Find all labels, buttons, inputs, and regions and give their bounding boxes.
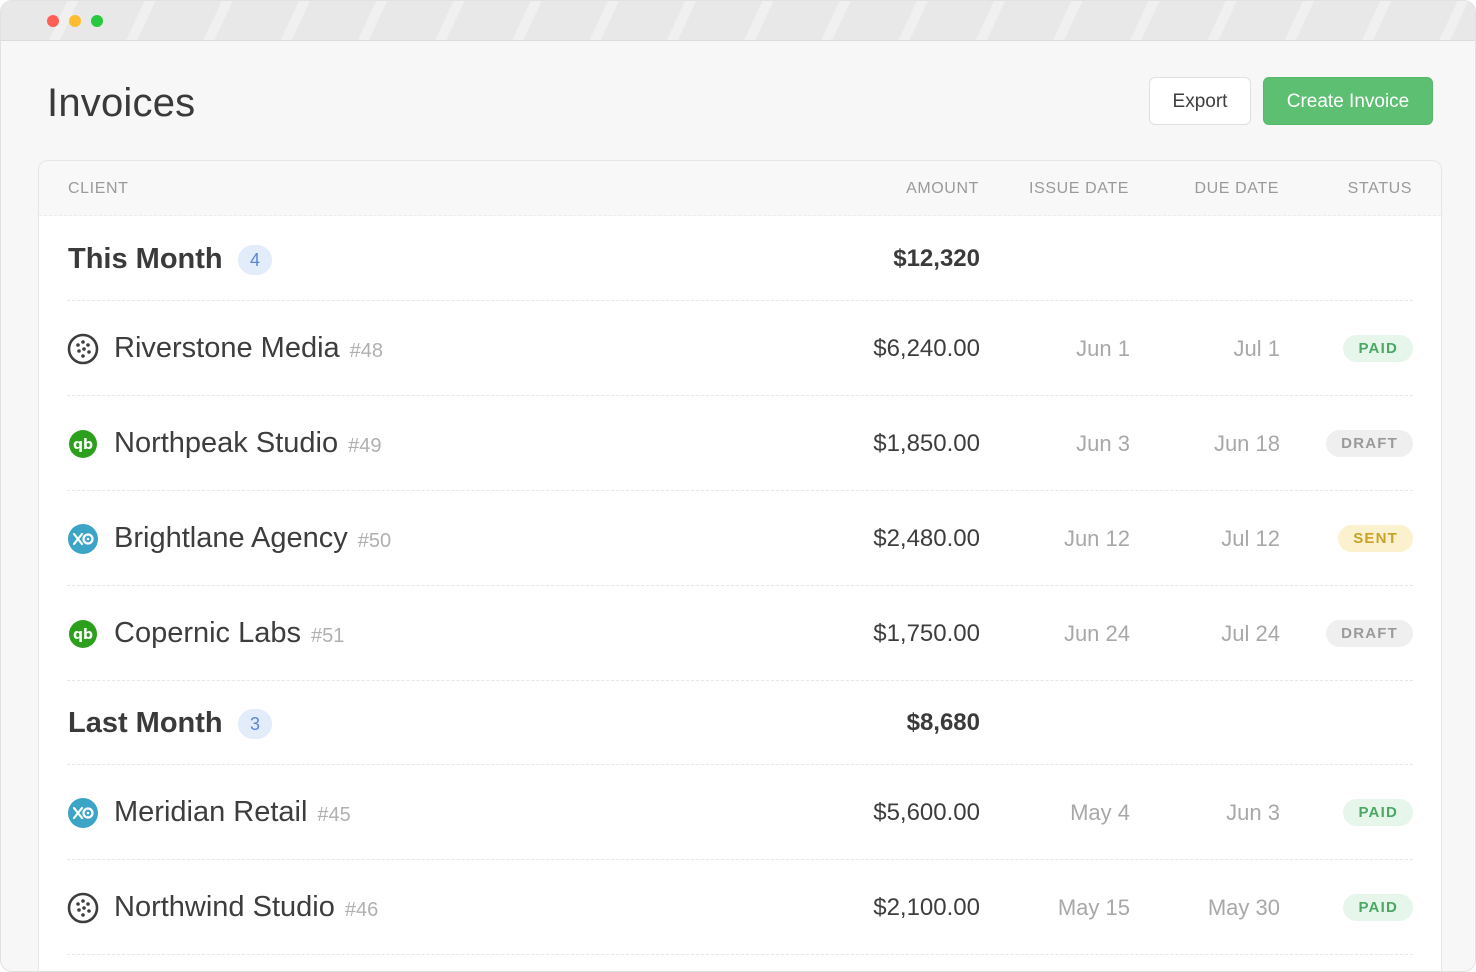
xero-icon bbox=[67, 523, 99, 555]
issue-date: Jun 1 bbox=[1076, 336, 1130, 361]
status-badge: PAID bbox=[1343, 799, 1413, 826]
minimize-window-button[interactable] bbox=[69, 15, 81, 27]
issue-date: Jun 12 bbox=[1063, 526, 1130, 551]
issue-date: Jun 3 bbox=[1076, 431, 1130, 456]
client-name[interactable]: Northwind Studio #46 bbox=[114, 860, 378, 955]
table-row[interactable]: qb Northpeak Studio #49 $1,850.00 Jun 3 Jun 1… bbox=[67, 396, 1413, 491]
group-title: Last Month bbox=[68, 707, 223, 739]
invoice-amount: $5,600.00 bbox=[873, 799, 980, 826]
invoice-number: #46 bbox=[344, 899, 379, 921]
client-name-text: Copernic Labs bbox=[114, 617, 301, 649]
table-row[interactable]: Brightlane Agency #50 $2,480.00 Jun 12 Jul 1… bbox=[67, 491, 1413, 586]
client-name[interactable]: Copernic Labs #51 bbox=[114, 586, 344, 681]
quickbooks-icon: qb bbox=[67, 428, 99, 460]
issue-date: May 15 bbox=[1057, 895, 1130, 920]
wave-icon bbox=[67, 892, 99, 924]
due-date: Jul 12 bbox=[1221, 526, 1280, 551]
status-badge: SENT bbox=[1338, 525, 1413, 552]
client-name-text: Northpeak Studio bbox=[114, 427, 339, 459]
close-window-button[interactable] bbox=[47, 15, 59, 27]
due-date: Jun 3 bbox=[1226, 800, 1280, 825]
due-date: Jul 1 bbox=[1233, 336, 1280, 361]
invoice-number: #45 bbox=[317, 804, 351, 826]
column-header-issue-date[interactable]: ISSUE DATE bbox=[1029, 161, 1129, 216]
table-row[interactable]: Riverstone Media #48 $6,240.00 Jun 1 Jul 1 PA… bbox=[67, 301, 1413, 396]
client-name-text: Meridian Retail bbox=[114, 796, 308, 828]
quickbooks-icon: qb bbox=[67, 618, 99, 650]
table-row[interactable]: Northwind Studio #46 $2,100.00 May 15 May 30… bbox=[67, 860, 1413, 955]
title-bar bbox=[1, 1, 1475, 41]
invoices-table: CLIENT AMOUNT ISSUE DATE DUE DATE STATUS… bbox=[38, 160, 1442, 971]
column-header-amount[interactable]: AMOUNT bbox=[906, 161, 979, 216]
status-badge: DRAFT bbox=[1326, 620, 1413, 647]
group-row[interactable]: Last Month 3 $8,680 bbox=[67, 681, 1413, 765]
invoice-number: #51 bbox=[311, 625, 345, 647]
issue-date: May 4 bbox=[1070, 800, 1130, 825]
column-header-status[interactable]: STATUS bbox=[1348, 161, 1412, 216]
invoice-amount: $1,750.00 bbox=[873, 620, 980, 647]
column-header-due-date[interactable]: DUE DATE bbox=[1194, 161, 1279, 216]
group-title: This Month bbox=[68, 243, 223, 275]
client-name[interactable]: Northpeak Studio #49 bbox=[114, 396, 381, 491]
invoice-amount: $6,240.00 bbox=[873, 335, 980, 362]
svg-text:qb: qb bbox=[73, 627, 93, 643]
due-date: May 30 bbox=[1207, 895, 1280, 920]
wave-icon bbox=[67, 333, 99, 365]
invoice-amount: $2,100.00 bbox=[873, 894, 980, 921]
client-name[interactable]: Brightlane Agency #50 bbox=[114, 491, 391, 586]
client-name[interactable]: Riverstone Media #48 bbox=[114, 301, 383, 396]
status-badge: DRAFT bbox=[1326, 430, 1413, 457]
client-name-text: Northwind Studio bbox=[114, 891, 335, 923]
client-name[interactable]: Meridian Retail #45 bbox=[114, 765, 351, 860]
app-window: Invoices Export Create Invoice CLIENT AM… bbox=[0, 0, 1476, 972]
xero-icon bbox=[67, 797, 99, 829]
invoice-number: #49 bbox=[348, 435, 382, 457]
invoice-number: #50 bbox=[357, 530, 392, 552]
due-date: Jul 24 bbox=[1221, 621, 1280, 646]
client-name-text: Brightlane Agency bbox=[114, 522, 348, 554]
group-row[interactable]: This Month 4 $12,320 bbox=[67, 217, 1413, 301]
status-badge: PAID bbox=[1343, 894, 1413, 921]
export-button[interactable]: Export bbox=[1149, 77, 1251, 125]
maximize-window-button[interactable] bbox=[91, 15, 103, 27]
invoice-amount: $1,850.00 bbox=[873, 430, 980, 457]
page-title: Invoices bbox=[47, 81, 196, 125]
table-row[interactable]: qb Copernic Labs #51 $1,750.00 Jun 24 Jul 24 D… bbox=[67, 586, 1413, 681]
due-date: Jun 18 bbox=[1213, 431, 1280, 456]
invoice-amount: $2,480.00 bbox=[873, 525, 980, 552]
group-count-badge: 3 bbox=[238, 709, 272, 739]
group-total: $12,320 bbox=[893, 245, 980, 272]
column-header-client[interactable]: CLIENT bbox=[68, 161, 129, 216]
table-header: CLIENT AMOUNT ISSUE DATE DUE DATE STATUS bbox=[39, 161, 1441, 216]
issue-date: Jun 24 bbox=[1063, 621, 1130, 646]
group-total: $8,680 bbox=[906, 709, 980, 736]
invoice-number: #48 bbox=[349, 340, 384, 362]
table-row[interactable]: Meridian Retail #45 $5,600.00 May 4 Jun 3 PAI… bbox=[67, 765, 1413, 860]
status-badge: PAID bbox=[1343, 335, 1413, 362]
group-count-badge: 4 bbox=[238, 245, 272, 275]
client-name-text: Riverstone Media bbox=[114, 332, 340, 364]
svg-text:qb: qb bbox=[73, 437, 93, 453]
create-invoice-button[interactable]: Create Invoice bbox=[1263, 77, 1433, 125]
